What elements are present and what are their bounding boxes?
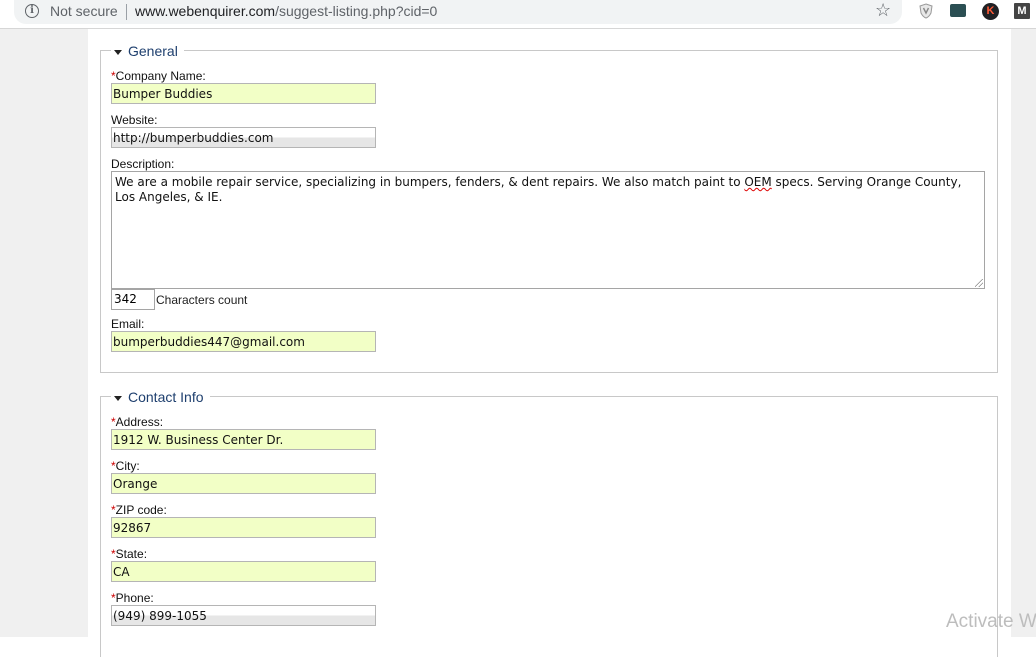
city-label: *City:	[111, 459, 140, 473]
phone-label: *Phone:	[111, 591, 154, 605]
folder-extension-icon[interactable]	[950, 4, 966, 17]
shield-extension-icon[interactable]	[918, 3, 934, 19]
phone-label-text: Phone:	[115, 591, 154, 605]
state-label: *State:	[111, 547, 147, 561]
zip-code-label-text: ZIP code:	[115, 503, 167, 517]
city-input[interactable]: Orange	[111, 473, 376, 494]
phone-input[interactable]: (949) 899-1055	[111, 605, 376, 626]
browser-toolbar: i Not secure www.webenquirer.com/suggest…	[0, 0, 1036, 29]
contact-info-legend[interactable]: Contact Info	[111, 389, 210, 405]
state-input[interactable]: CA	[111, 561, 376, 582]
description-textarea[interactable]: We are a mobile repair service, speciali…	[111, 171, 985, 289]
address-input[interactable]: 1912 W. Business Center Dr.	[111, 429, 376, 450]
url-path: /suggest-listing.php?cid=0	[275, 3, 438, 19]
description-label: Description:	[111, 157, 175, 171]
contact-info-section: Contact Info *Address: 1912 W. Business …	[100, 389, 998, 657]
email-label: Email:	[111, 317, 145, 331]
resize-handle-icon[interactable]	[975, 279, 983, 287]
website-label: Website:	[111, 113, 158, 127]
security-label[interactable]: Not secure	[50, 3, 118, 19]
description-misspelled-word: OEM	[744, 175, 772, 189]
collapse-caret-icon[interactable]	[114, 49, 122, 55]
url-host: www.webenquirer.com	[135, 3, 276, 19]
email-input[interactable]: bumperbuddies447@gmail.com	[111, 331, 376, 352]
website-input[interactable]: http://bumperbuddies.com	[111, 127, 376, 148]
collapse-caret-icon[interactable]	[114, 395, 122, 401]
bookmark-star-icon[interactable]: ☆	[875, 0, 891, 21]
address-label-text: Address:	[115, 415, 164, 429]
city-label-text: City:	[115, 459, 140, 473]
form-container: General *Company Name: Bumper Buddies We…	[88, 29, 1011, 657]
general-legend[interactable]: General	[111, 43, 184, 59]
address-bar[interactable]: i Not secure www.webenquirer.com/suggest…	[14, 0, 902, 24]
characters-count-field: 342	[111, 289, 155, 310]
company-name-label-text: Company Name:	[115, 69, 206, 83]
m-extension-icon[interactable]: M	[1014, 3, 1030, 19]
address-label: *Address:	[111, 415, 163, 429]
zip-code-label: *ZIP code:	[111, 503, 167, 517]
url-text[interactable]: www.webenquirer.com/suggest-listing.php?…	[135, 3, 437, 19]
zip-code-input[interactable]: 92867	[111, 517, 376, 538]
description-text-start: We are a mobile repair service, speciali…	[115, 175, 745, 189]
contact-info-legend-text: Contact Info	[128, 389, 204, 405]
company-name-label: *Company Name:	[111, 69, 206, 83]
general-section: General *Company Name: Bumper Buddies We…	[100, 43, 998, 373]
general-legend-text: General	[128, 43, 178, 59]
state-label-text: State:	[115, 547, 148, 561]
address-divider	[126, 4, 127, 20]
activate-windows-watermark: Activate W	[946, 611, 1036, 632]
company-name-input[interactable]: Bumper Buddies	[111, 83, 376, 104]
characters-count-label: Characters count	[156, 293, 248, 307]
page-background: General *Company Name: Bumper Buddies We…	[0, 29, 1036, 657]
k-extension-icon[interactable]: K	[982, 3, 999, 20]
info-icon[interactable]: i	[25, 4, 39, 18]
